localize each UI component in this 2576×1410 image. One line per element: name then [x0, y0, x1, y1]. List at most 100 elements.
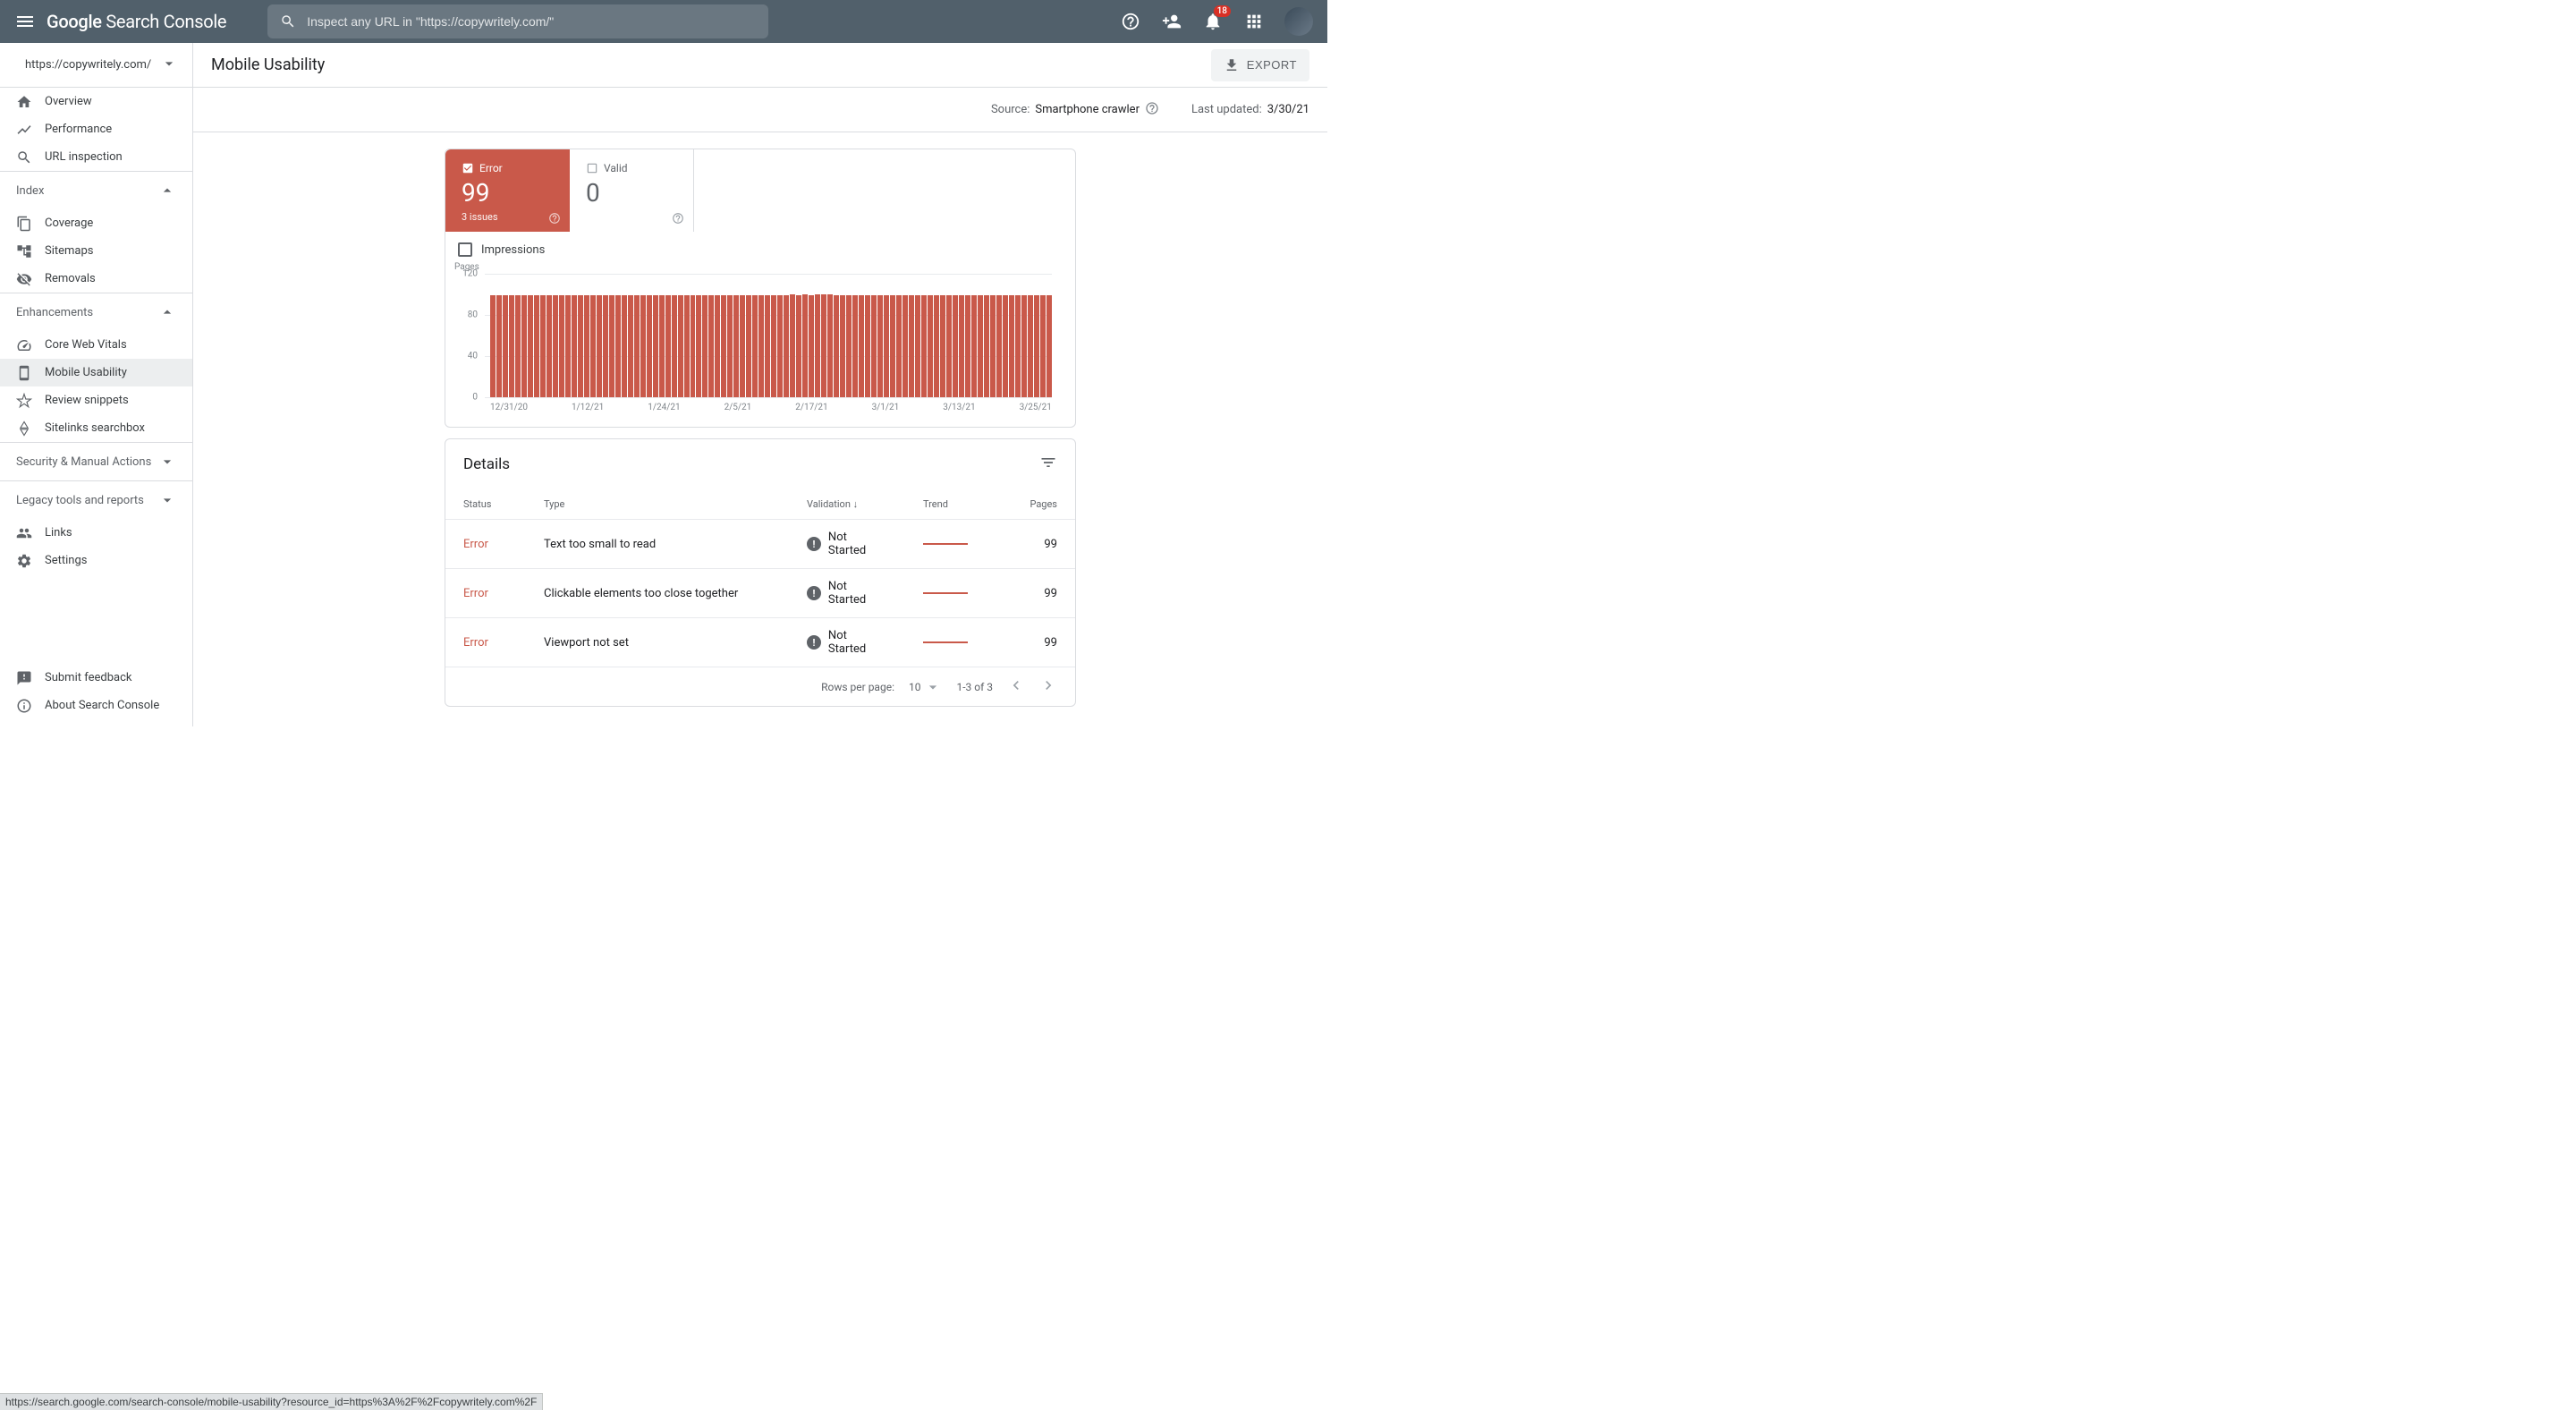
- chart-bar[interactable]: [691, 295, 696, 397]
- table-row[interactable]: ErrorViewport not set!Not Started99: [445, 618, 1075, 667]
- chart-bar[interactable]: [934, 295, 939, 397]
- chart-bar[interactable]: [590, 295, 596, 397]
- chart-bar[interactable]: [946, 295, 952, 397]
- chart-bar[interactable]: [984, 295, 989, 397]
- chart-bar[interactable]: [559, 295, 564, 397]
- chart-bar[interactable]: [640, 295, 646, 397]
- section-security[interactable]: Security & Manual Actions: [0, 442, 192, 480]
- chart-bar[interactable]: [603, 295, 608, 397]
- sidebar-item-removals[interactable]: Removals: [0, 265, 192, 293]
- chart-bar[interactable]: [565, 295, 571, 397]
- next-page-button[interactable]: [1039, 676, 1057, 697]
- chart-bar[interactable]: [921, 295, 927, 397]
- chart-bar[interactable]: [928, 295, 933, 397]
- chart-bar[interactable]: [609, 295, 614, 397]
- users-button[interactable]: [1161, 11, 1182, 32]
- sidebar-item-performance[interactable]: Performance: [0, 115, 192, 143]
- chart-bar[interactable]: [584, 295, 589, 397]
- chart-bar[interactable]: [827, 294, 833, 397]
- chart-bar[interactable]: [784, 295, 789, 397]
- chart-bar[interactable]: [790, 294, 795, 397]
- chart-bar[interactable]: [978, 295, 983, 397]
- chart-bar[interactable]: [496, 295, 502, 397]
- table-row[interactable]: ErrorText too small to read!Not Started9…: [445, 520, 1075, 569]
- chart-bar[interactable]: [758, 295, 764, 397]
- chart-bar[interactable]: [672, 295, 677, 397]
- chart-bar[interactable]: [896, 295, 902, 397]
- chart-bar[interactable]: [796, 295, 801, 397]
- chart-bar[interactable]: [534, 295, 539, 397]
- chart-bar[interactable]: [647, 295, 652, 397]
- chart-bar[interactable]: [578, 295, 583, 397]
- chart-bar[interactable]: [553, 295, 558, 397]
- sidebar-item-mobile-usability[interactable]: Mobile Usability: [0, 359, 192, 386]
- chart-bar[interactable]: [852, 295, 858, 397]
- chart-bar[interactable]: [821, 294, 826, 397]
- help-icon[interactable]: [548, 212, 561, 225]
- chart-bar[interactable]: [572, 295, 577, 397]
- chart-bar[interactable]: [715, 295, 720, 397]
- chart-bar[interactable]: [503, 295, 508, 397]
- sidebar-item-sitelinks-searchbox[interactable]: Sitelinks searchbox: [0, 414, 192, 442]
- export-button[interactable]: EXPORT: [1211, 49, 1309, 81]
- chart-bar[interactable]: [1046, 295, 1052, 397]
- chart-bar[interactable]: [815, 294, 820, 397]
- chart-bar[interactable]: [740, 295, 745, 397]
- chart-bar[interactable]: [515, 295, 521, 397]
- chart-bar[interactable]: [871, 295, 877, 397]
- error-tile[interactable]: Error 99 3 issues: [445, 149, 570, 232]
- sidebar-item-links[interactable]: Links: [0, 519, 192, 547]
- chart-bar[interactable]: [996, 295, 1002, 397]
- chart-bar[interactable]: [727, 295, 733, 397]
- chart-bar[interactable]: [678, 295, 683, 397]
- chart-bar[interactable]: [884, 295, 889, 397]
- chart-bar[interactable]: [765, 295, 770, 397]
- prev-page-button[interactable]: [1007, 676, 1025, 697]
- chart-bar[interactable]: [902, 295, 908, 397]
- chart-bar[interactable]: [746, 295, 751, 397]
- url-inspect-input[interactable]: [307, 14, 756, 29]
- section-index[interactable]: Index: [0, 171, 192, 209]
- chart-bar[interactable]: [708, 295, 714, 397]
- chart-bar[interactable]: [965, 295, 970, 397]
- chart-bar[interactable]: [721, 295, 726, 397]
- chart-bar[interactable]: [521, 295, 527, 397]
- chart-bar[interactable]: [940, 295, 945, 397]
- chart-bar[interactable]: [890, 295, 895, 397]
- chart-bar[interactable]: [971, 295, 977, 397]
- help-icon[interactable]: [1145, 101, 1159, 119]
- chart-bar[interactable]: [859, 295, 864, 397]
- chart-bar[interactable]: [1028, 295, 1033, 397]
- chart-bar[interactable]: [540, 295, 546, 397]
- menu-button[interactable]: [14, 11, 36, 32]
- chart-bar[interactable]: [1009, 295, 1014, 397]
- sidebar-item-sitemaps[interactable]: Sitemaps: [0, 237, 192, 265]
- chart-bar[interactable]: [665, 295, 671, 397]
- chart-bar[interactable]: [771, 295, 776, 397]
- table-row[interactable]: ErrorClickable elements too close togeth…: [445, 569, 1075, 618]
- chart-bar[interactable]: [752, 295, 758, 397]
- sidebar-item-settings[interactable]: Settings: [0, 547, 192, 574]
- url-inspect-search[interactable]: [267, 4, 768, 38]
- chart-bar[interactable]: [840, 295, 845, 397]
- chart-bar[interactable]: [1040, 295, 1046, 397]
- chart-bar[interactable]: [909, 295, 914, 397]
- sidebar-item-url-inspection[interactable]: URL inspection: [0, 143, 192, 171]
- help-icon[interactable]: [672, 212, 684, 225]
- sidebar-item-overview[interactable]: Overview: [0, 88, 192, 115]
- chart-bar[interactable]: [528, 295, 533, 397]
- valid-tile[interactable]: Valid 0: [570, 149, 694, 232]
- sidebar-item-coverage[interactable]: Coverage: [0, 209, 192, 237]
- chart-bar[interactable]: [809, 295, 814, 397]
- sidebar-item-core-web-vitals[interactable]: Core Web Vitals: [0, 331, 192, 359]
- chart-bar[interactable]: [777, 295, 783, 397]
- chart-bar[interactable]: [834, 295, 839, 397]
- chart-bar[interactable]: [1034, 295, 1039, 397]
- chart-bar[interactable]: [509, 295, 514, 397]
- rows-per-page-select[interactable]: 10: [909, 678, 943, 696]
- section-legacy[interactable]: Legacy tools and reports: [0, 480, 192, 519]
- avatar[interactable]: [1284, 7, 1313, 36]
- sidebar-item-submit-feedback[interactable]: Submit feedback: [0, 664, 192, 692]
- section-enhancements[interactable]: Enhancements: [0, 293, 192, 331]
- chart-bar[interactable]: [846, 295, 852, 397]
